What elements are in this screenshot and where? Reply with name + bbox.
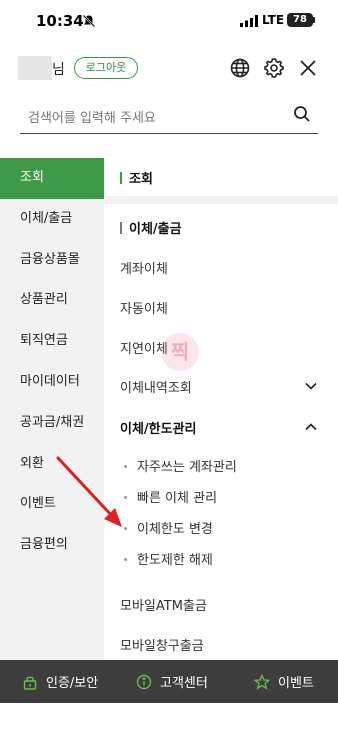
menu-transfer-history[interactable]: 이체내역조회 — [120, 377, 192, 396]
sidebar-item-financial-products[interactable]: 금융상품몰 — [0, 240, 104, 281]
lock-icon — [23, 676, 37, 690]
bottom-event-label: 이벤트 — [278, 676, 314, 691]
menu-account-transfer[interactable]: 계좌이체 — [120, 258, 168, 277]
bottom-customer-center-label: 고객센터 — [160, 676, 208, 691]
bullet-dot — [124, 465, 127, 468]
network-type: LTE — [262, 13, 285, 27]
sidebar-item-utility-bonds[interactable]: 공과금/채권 — [0, 403, 104, 444]
category-sidebar: 조회 이체/출금 금융상품몰 상품관리 퇴직연금 마이데이터 공과금/채권 외환… — [0, 158, 104, 660]
sidebar-item-convenience[interactable]: 금융편의 — [0, 525, 104, 566]
info-icon — [136, 674, 152, 689]
sidebar-item-mydata[interactable]: 마이데이터 — [0, 362, 104, 403]
bottom-customer-center[interactable]: 고객센터 — [136, 660, 208, 703]
battery-tip — [313, 17, 315, 23]
bell-muted-icon — [82, 14, 96, 28]
battery-icon: 78 — [287, 13, 313, 27]
menu-mobile-counter[interactable]: 모바일창구출금 — [120, 635, 204, 654]
logout-button[interactable]: 로그아웃 — [74, 57, 138, 79]
menu-header: 님 로그아웃 — [0, 50, 338, 88]
menu-content: 조회 이체/출금 계좌이체 자동이체 지연이체 이체내역조회 이체/한도관리 자… — [104, 158, 338, 660]
sub-item-limit-release[interactable]: 한도제한 해제 — [124, 549, 213, 568]
sidebar-item-foreign-exchange[interactable]: 외환 — [0, 444, 104, 485]
section-title-inquiry-text: 조회 — [129, 172, 153, 187]
bottom-bar: 인증/보안 고객센터 이벤트 — [0, 660, 338, 703]
sidebar-item-pension[interactable]: 퇴직연금 — [0, 321, 104, 362]
bullet-dot — [124, 558, 127, 561]
sub-item-label: 한도제한 해제 — [137, 553, 213, 568]
bullet-dot — [124, 496, 127, 499]
section-title-transfer-text: 이체/출금 — [129, 222, 182, 237]
menu-transfer-limit-management[interactable]: 이체/한도관리 — [120, 418, 197, 437]
sidebar-item-event[interactable]: 이벤트 — [0, 484, 104, 525]
sidebar-item-product-management[interactable]: 상품관리 — [0, 280, 104, 321]
star-icon — [254, 673, 270, 690]
bottom-auth-security[interactable]: 인증/보안 — [22, 660, 98, 703]
search-field[interactable]: 검색어를 입력해 주세요 — [20, 98, 318, 134]
section-accent-bar — [120, 172, 122, 184]
sub-item-label: 빠른 이체 관리 — [137, 491, 218, 506]
bottom-auth-security-label: 인증/보안 — [46, 676, 99, 691]
sub-item-label: 이체한도 변경 — [137, 522, 213, 537]
menu-auto-transfer[interactable]: 자동이체 — [120, 298, 168, 317]
status-bar: 10:34 LTE 78 — [0, 0, 338, 44]
bottom-event[interactable]: 이벤트 — [254, 660, 314, 703]
username-suffix: 님 — [52, 62, 65, 78]
globe-icon[interactable] — [228, 56, 252, 80]
sidebar-item-transfer[interactable]: 이체/출금 — [0, 199, 104, 240]
close-icon[interactable] — [296, 56, 320, 80]
bullet-dot — [124, 527, 127, 530]
sub-item-label: 자주쓰는 계좌관리 — [137, 460, 237, 475]
sub-item-frequent-accounts[interactable]: 자주쓰는 계좌관리 — [124, 456, 237, 475]
chevron-up-icon[interactable] — [304, 420, 318, 434]
menu-mobile-atm[interactable]: 모바일ATM출금 — [120, 595, 207, 614]
watermark-stamp: 찍 — [161, 333, 199, 371]
username-masked — [18, 56, 52, 80]
status-time: 10:34 — [36, 12, 84, 30]
sub-item-limit-change[interactable]: 이체한도 변경 — [124, 518, 213, 537]
search-placeholder: 검색어를 입력해 주세요 — [28, 111, 156, 126]
section-marker-bar — [120, 222, 122, 234]
section-title-inquiry: 조회 — [120, 168, 153, 187]
chevron-down-icon[interactable] — [304, 379, 318, 393]
signal-icon — [240, 15, 258, 27]
sub-item-quick-transfer[interactable]: 빠른 이체 관리 — [124, 487, 217, 506]
section-title-transfer: 이체/출금 — [120, 218, 182, 237]
search-icon[interactable] — [292, 104, 312, 124]
gear-icon[interactable] — [262, 56, 286, 80]
section-divider — [104, 196, 338, 204]
sidebar-item-inquiry[interactable]: 조회 — [0, 158, 104, 199]
